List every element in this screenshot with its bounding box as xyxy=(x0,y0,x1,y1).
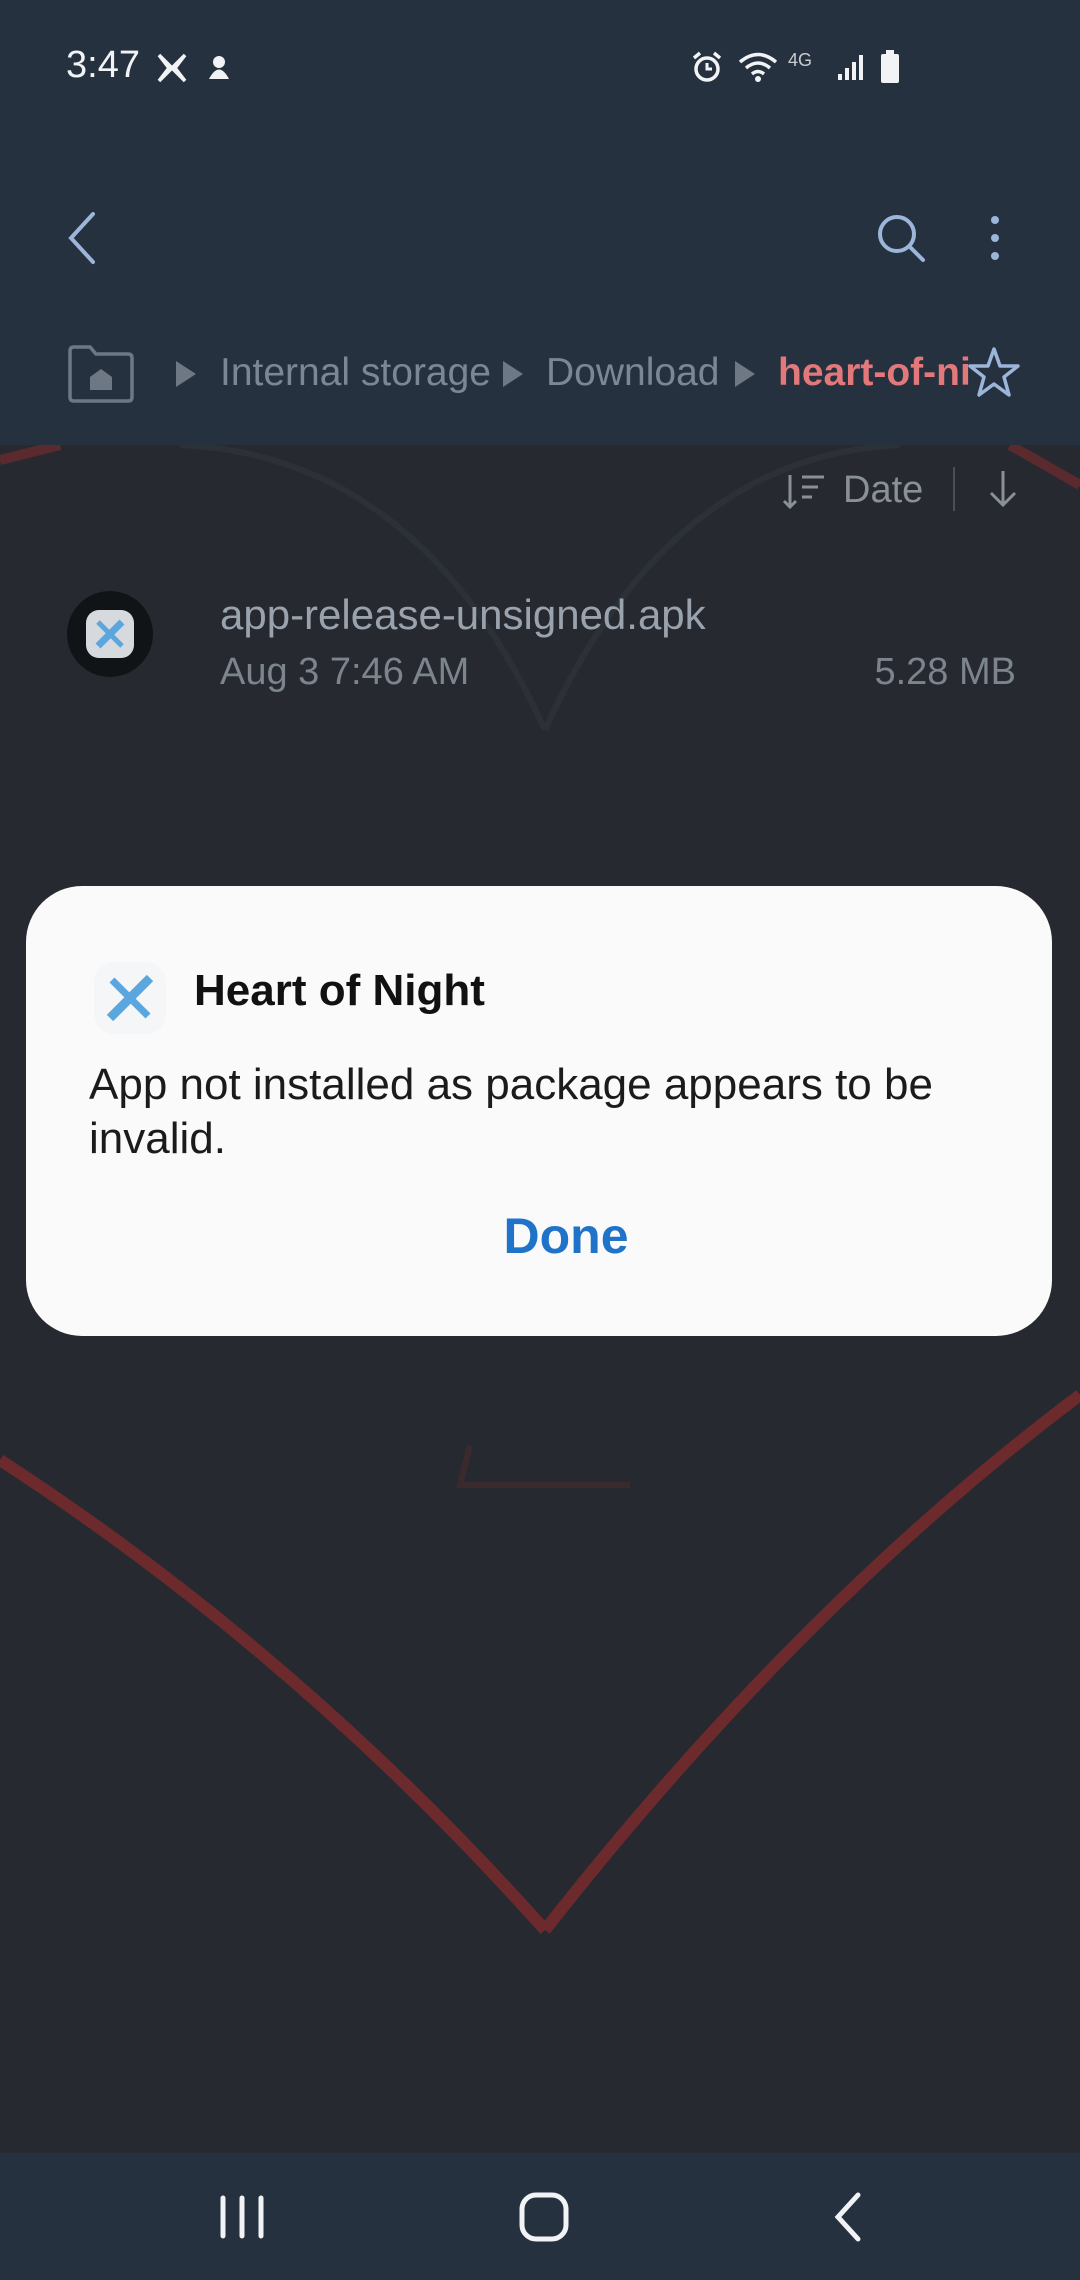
more-options-button[interactable] xyxy=(950,193,1040,283)
home-button[interactable] xyxy=(484,2177,604,2257)
app-icon xyxy=(90,958,170,1043)
sort-bar: Date xyxy=(0,445,1080,535)
battery-icon xyxy=(880,50,900,84)
nav-back-button[interactable] xyxy=(788,2177,908,2257)
search-icon xyxy=(878,215,925,262)
sort-label[interactable]: Date xyxy=(843,469,923,512)
file-size: 5.28 MB xyxy=(874,651,1016,693)
signal-icon xyxy=(836,52,866,82)
dialog-title: Heart of Night xyxy=(194,966,485,1015)
install-error-dialog: Heart of Night App not installed as pack… xyxy=(26,886,1052,1336)
dialog-message: App not installed as package appears to … xyxy=(89,1060,933,1163)
apk-file-icon xyxy=(66,590,154,683)
x-app-icon xyxy=(156,52,188,84)
breadcrumb-separator-icon xyxy=(173,359,199,394)
navigation-bar xyxy=(0,2153,1080,2280)
breadcrumb-separator-icon xyxy=(500,359,526,394)
network-type-label: 4G xyxy=(788,50,813,70)
home-folder-icon[interactable] xyxy=(66,343,136,410)
sort-icon[interactable] xyxy=(782,471,826,516)
back-button[interactable] xyxy=(38,193,128,283)
file-name: app-release-unsigned.apk xyxy=(220,591,706,638)
recents-icon xyxy=(220,2195,264,2239)
breadcrumb-item-download[interactable]: Download xyxy=(546,351,719,395)
wifi-icon xyxy=(738,50,778,84)
top-bar: 3:47 4G Internal storage Download heart-… xyxy=(0,0,1080,445)
notification-app-icon xyxy=(204,52,234,82)
breadcrumb-item-current[interactable]: heart-of-ni xyxy=(778,351,971,395)
more-vert-icon xyxy=(991,216,999,260)
status-time: 3:47 xyxy=(66,44,140,86)
breadcrumb: Internal storage Download heart-of-ni xyxy=(0,335,1080,415)
breadcrumb-item-internal-storage[interactable]: Internal storage xyxy=(220,351,491,395)
sort-direction-icon[interactable] xyxy=(985,467,1021,516)
alarm-icon xyxy=(690,50,724,84)
back-arrow-icon xyxy=(68,212,95,264)
home-icon xyxy=(519,2192,569,2242)
done-button[interactable]: Done xyxy=(406,1196,726,1276)
sort-divider xyxy=(953,467,955,511)
favorite-star-icon[interactable] xyxy=(966,345,1022,406)
status-bar: 3:47 4G xyxy=(0,0,1080,135)
search-button[interactable] xyxy=(856,193,946,283)
recents-button[interactable] xyxy=(182,2177,302,2257)
back-icon xyxy=(834,2192,861,2242)
file-date: Aug 3 7:46 AM xyxy=(220,651,470,693)
breadcrumb-separator-icon xyxy=(732,359,758,394)
